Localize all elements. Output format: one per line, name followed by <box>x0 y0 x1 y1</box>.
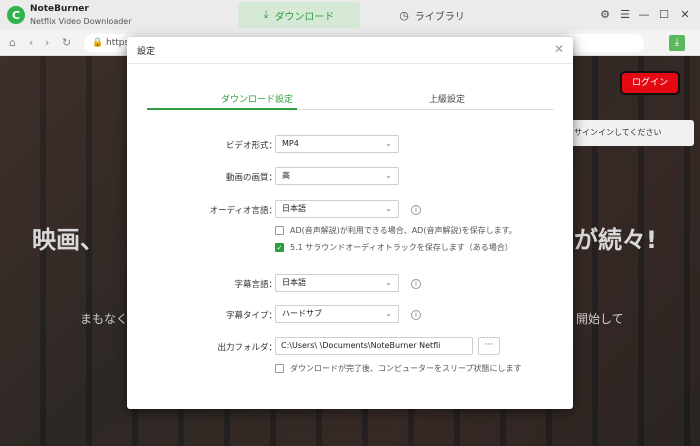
browse-folder-button[interactable]: ··· <box>478 337 500 355</box>
close-icon[interactable]: ✕ <box>678 7 692 21</box>
forward-icon[interactable]: › <box>45 36 49 49</box>
reload-icon[interactable]: ↻ <box>62 36 71 49</box>
quality-value: 高 <box>282 171 290 180</box>
dialog-close-icon[interactable]: ✕ <box>554 42 564 56</box>
subtitle-type-label: 字幕タイプ： <box>225 311 277 321</box>
minimize-icon[interactable]: — <box>637 7 651 21</box>
ad-option-label: AD(音声解説)が利用できる場合、AD(音声解説)を保存します。 <box>290 226 517 235</box>
logo-letter: C <box>11 8 21 22</box>
audio-language-value: 日本語 <box>282 204 306 213</box>
app-logo-icon: C <box>7 6 25 24</box>
app-name: NoteBurner Netflix Video Downloader <box>30 4 132 27</box>
chevron-down-icon: ⌄ <box>385 171 392 180</box>
maximize-icon[interactable]: ☐ <box>657 7 671 21</box>
sleep-option[interactable]: ダウンロードが完了後、コンピューターをスリープ状態にします <box>275 363 522 374</box>
active-tab-indicator <box>147 108 297 110</box>
tab-download-label: ダウンロード <box>274 11 335 23</box>
info-icon[interactable]: i <box>411 205 421 215</box>
dialog-title: 設定 <box>137 47 156 57</box>
ad-checkbox[interactable] <box>275 226 284 235</box>
tab-library[interactable]: ◷ ライブラリ <box>372 2 492 28</box>
gear-icon[interactable]: ⚙ <box>598 7 612 21</box>
audio-language-select[interactable]: 日本語 ⌄ <box>275 200 399 218</box>
app-subtitle: Netflix Video Downloader <box>30 17 132 26</box>
output-folder-input[interactable]: C:\Users\ \Documents\NoteBurner Netfli <box>275 337 473 355</box>
divider <box>127 63 573 64</box>
chevron-down-icon: ⌄ <box>385 278 392 287</box>
chevron-down-icon: ⌄ <box>385 204 392 213</box>
signin-tooltip: にサインインしてください <box>562 120 694 146</box>
ad-option[interactable]: AD(音声解説)が利用できる場合、AD(音声解説)を保存します。 <box>275 225 517 236</box>
subtitle-language-select[interactable]: 日本語 ⌄ <box>275 274 399 292</box>
home-icon[interactable]: ⌂ <box>9 36 16 49</box>
download-icon: ⤓ <box>263 8 269 21</box>
surround-checkbox[interactable]: ✓ <box>275 243 284 252</box>
lock-icon: 🔒 <box>92 38 104 48</box>
subtitle-type-select[interactable]: ハードサブ ⌄ <box>275 305 399 323</box>
subtitle-language-label: 字幕言語： <box>234 280 277 290</box>
tab-download-settings[interactable]: ダウンロード設定 <box>197 92 317 105</box>
video-format-label: ビデオ形式： <box>225 141 277 151</box>
tab-advanced-settings[interactable]: 上級設定 <box>387 92 507 105</box>
hero-sub-right: 開始して <box>576 312 624 326</box>
title-bar: C NoteBurner Netflix Video Downloader ⤓ … <box>0 0 700 30</box>
download-extension-icon[interactable]: ⤓ <box>669 35 685 51</box>
quality-select[interactable]: 高 ⌄ <box>275 167 399 185</box>
app-title: NoteBurner <box>30 4 89 14</box>
subtitle-language-value: 日本語 <box>282 278 306 287</box>
menu-icon[interactable]: ☰ <box>618 7 632 21</box>
surround-option-label: 5.1 サラウンドオーディオトラックを保存します（ある場合） <box>290 243 513 252</box>
login-button[interactable]: ログイン <box>620 71 680 95</box>
video-format-select[interactable]: MP4 ⌄ <box>275 135 399 153</box>
video-format-value: MP4 <box>282 139 299 148</box>
tab-library-label: ライブラリ <box>414 11 465 23</box>
hero-sub-left: まもなく <box>80 312 129 326</box>
chevron-down-icon: ⌄ <box>385 309 392 318</box>
tab-download[interactable]: ⤓ ダウンロード <box>238 2 360 28</box>
hero-heading-left: 映画、 <box>32 226 104 254</box>
quality-label: 動画の画質： <box>225 173 277 183</box>
sleep-option-label: ダウンロードが完了後、コンピューターをスリープ状態にします <box>290 364 522 373</box>
settings-dialog: 設定 ✕ ダウンロード設定 上級設定 ビデオ形式： MP4 ⌄ 動画の画質： 高… <box>127 37 573 409</box>
surround-option[interactable]: ✓ 5.1 サラウンドオーディオトラックを保存します（ある場合） <box>275 242 513 253</box>
info-icon[interactable]: i <box>411 279 421 289</box>
clock-icon: ◷ <box>399 8 409 22</box>
output-folder-label: 出力フォルダ： <box>217 343 277 353</box>
info-icon[interactable]: i <box>411 310 421 320</box>
audio-language-label: オーディオ言語： <box>209 206 277 216</box>
chevron-down-icon: ⌄ <box>385 139 392 148</box>
sleep-checkbox[interactable] <box>275 364 284 373</box>
subtitle-type-value: ハードサブ <box>282 309 322 318</box>
hero-heading-right: が続々! <box>574 226 657 254</box>
back-icon[interactable]: ‹ <box>29 36 33 49</box>
